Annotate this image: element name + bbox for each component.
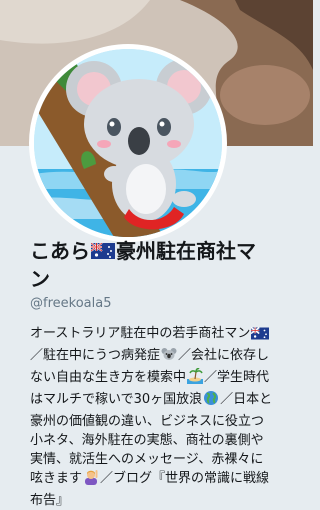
profile-name-part1: こあら <box>30 239 90 263</box>
person-raising-hand-emoji-icon <box>83 469 99 491</box>
profile-bio: オーストラリア駐在中の若手商社マン ／駐在中にうつ病発症 ／会社に依存し ない自由… <box>30 324 300 510</box>
koala-emoji-icon <box>161 346 177 368</box>
bio-text: ／日本と <box>220 392 273 407</box>
bio-line: 豪州の価値観の違い、ビジネスに役立つ <box>30 412 300 431</box>
bio-line: オーストラリア駐在中の若手商社マン <box>30 324 300 346</box>
bio-line: ／駐在中にうつ病発症 ／会社に依存し <box>30 346 300 368</box>
bio-text: ／会社に依存し <box>178 348 270 363</box>
profile-handle[interactable]: @freekoala5 <box>30 296 111 311</box>
bio-text: はマルチで稼いで30ヶ国放浪 <box>30 392 203 407</box>
bio-text: 呟きます <box>30 471 83 486</box>
koala-avatar-illustration <box>34 49 222 237</box>
bio-line: 小ネタ、海外駐在の実態、商社の裏側や <box>30 431 300 450</box>
bio-line: 布告』 <box>30 491 300 510</box>
profile-name: こあら 豪州駐在商社マン <box>30 238 300 293</box>
profile-avatar[interactable] <box>29 44 227 242</box>
bio-text: オーストラリア駐在中の若手商社マン <box>30 326 251 341</box>
bio-text: 豪州の価値観の違い、ビジネスに役立つ <box>30 414 265 429</box>
bio-text: ／ブログ『世界の常識に戦線 <box>100 471 270 486</box>
profile-name-part2: 豪州駐在商社マ <box>116 239 256 263</box>
bio-text: ／学生時代 <box>204 370 270 385</box>
globe-emoji-icon <box>203 390 219 412</box>
bio-line: ない自由な生き方を模索中 ／学生時代 <box>30 367 300 390</box>
desert-island-emoji-icon <box>187 367 204 390</box>
bio-text: 小ネタ、海外駐在の実態、商社の裏側や <box>30 433 264 448</box>
bio-line: 呟きます ／ブログ『世界の常識に戦線 <box>30 469 300 491</box>
profile-name-part3: ン <box>30 267 50 291</box>
bio-text: 実情、就活生へのメッセージ、赤裸々に <box>30 452 264 467</box>
bio-line: 実情、就活生へのメッセージ、赤裸々に <box>30 450 300 469</box>
bio-text: ／駐在中にうつ病発症 <box>30 348 161 363</box>
australia-flag-icon <box>250 326 270 346</box>
bio-text: ない自由な生き方を模索中 <box>30 370 187 385</box>
bio-line: はマルチで稼いで30ヶ国放浪 ／日本と <box>30 390 300 412</box>
australia-flag-icon <box>90 239 115 266</box>
bio-text: 布告』 <box>30 493 70 508</box>
